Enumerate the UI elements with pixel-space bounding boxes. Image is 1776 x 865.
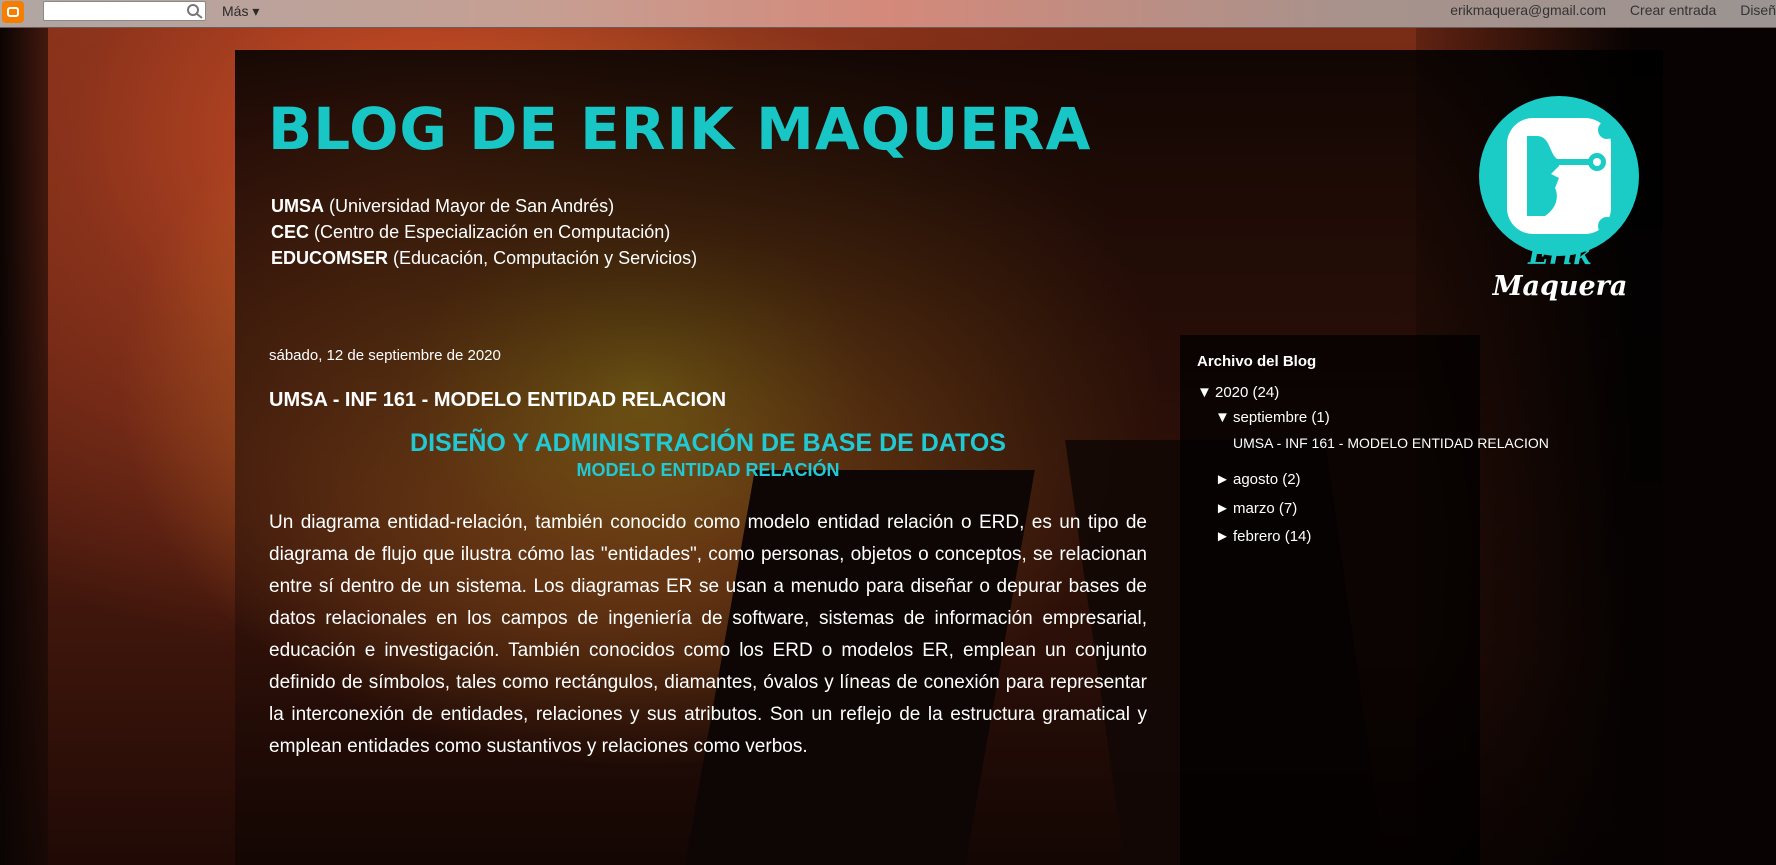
archive-month-label[interactable]: marzo	[1233, 500, 1275, 517]
archive-year-label[interactable]: 2020	[1215, 384, 1248, 401]
archive-title: Archivo del Blog	[1197, 353, 1317, 370]
description-abbr: UMSA	[271, 196, 324, 216]
design-link[interactable]: Diseñ	[1740, 2, 1776, 18]
post-heading: DISEÑO Y ADMINISTRACIÓN DE BASE DE DATOS…	[269, 428, 1147, 482]
description-full: (Centro de Especialización en Computació…	[314, 222, 671, 242]
description-line: CEC (Centro de Especialización en Comput…	[271, 219, 697, 245]
blog-title[interactable]: Blog de Erik Maquera	[268, 100, 1091, 158]
blog-logo: Erik Maquera	[1465, 88, 1655, 302]
user-email-link[interactable]: erikmaquera@gmail.com	[1450, 2, 1606, 18]
toggle-expanded-icon[interactable]: ▼	[1215, 409, 1233, 426]
logo-wordmark: Erik Maquera	[1465, 240, 1655, 302]
blogger-navbar: Más ▾ erikmaquera@gmail.com Crear entrad…	[0, 0, 1776, 28]
logo-first-name: Erik	[1528, 240, 1592, 271]
archive-post-link[interactable]: UMSA - INF 161 - MODELO ENTIDAD RELACION	[1233, 435, 1549, 451]
post-body: Un diagrama entidad-relación, también co…	[269, 512, 1147, 757]
post-date: sábado, 12 de septiembre de 2020	[269, 347, 501, 364]
blogger-logo-icon[interactable]	[2, 1, 24, 23]
post-title[interactable]: UMSA - INF 161 - MODELO ENTIDAD RELACION	[269, 389, 726, 412]
toggle-collapsed-icon[interactable]: ►	[1215, 500, 1233, 517]
archive-month-march[interactable]: ► marzo (7)	[1215, 500, 1297, 517]
toggle-collapsed-icon[interactable]: ►	[1215, 528, 1233, 545]
archive-month-september[interactable]: ▼ septiembre (1)	[1215, 409, 1330, 426]
more-label: Más	[222, 3, 249, 19]
search-input[interactable]	[43, 1, 206, 21]
post-heading-sub: MODELO ENTIDAD RELACIÓN	[576, 460, 840, 480]
toggle-collapsed-icon[interactable]: ►	[1215, 471, 1233, 488]
toggle-expanded-icon[interactable]: ▼	[1197, 384, 1215, 401]
more-menu-button[interactable]: Más ▾	[222, 3, 259, 20]
archive-year-2020[interactable]: ▼ 2020 (24)	[1197, 384, 1279, 401]
description-line: EDUCOMSER (Educación, Computación y Serv…	[271, 245, 697, 271]
archive-count: (2)	[1282, 471, 1301, 488]
logo-last-name: Maquera	[1492, 271, 1628, 302]
archive-month-august[interactable]: ► agosto (2)	[1215, 471, 1301, 488]
description-line: UMSA (Universidad Mayor de San Andrés)	[271, 193, 697, 219]
archive-month-february[interactable]: ► febrero (14)	[1215, 528, 1311, 545]
blog-description: UMSA (Universidad Mayor de San Andrés) C…	[271, 193, 697, 271]
chevron-down-icon: ▾	[248, 3, 260, 19]
background-left-shade	[0, 28, 48, 865]
description-full: (Educación, Computación y Servicios)	[393, 248, 698, 268]
profile-circuit-icon	[1507, 118, 1616, 235]
archive-count: (14)	[1284, 528, 1312, 545]
archive-month-label[interactable]: septiembre	[1233, 409, 1307, 426]
search-icon[interactable]	[186, 3, 204, 20]
logo-circle	[1479, 96, 1639, 256]
archive-count: (1)	[1311, 409, 1330, 426]
create-post-link[interactable]: Crear entrada	[1630, 2, 1716, 18]
post-heading-main: DISEÑO Y ADMINISTRACIÓN DE BASE DE DATOS	[410, 429, 1006, 457]
archive-month-label[interactable]: febrero	[1233, 528, 1281, 545]
archive-count: (7)	[1278, 500, 1298, 517]
archive-month-label[interactable]: agosto	[1233, 471, 1278, 488]
description-abbr: CEC	[271, 222, 310, 242]
archive-count: (24)	[1252, 384, 1280, 401]
description-full: (Universidad Mayor de San Andrés)	[329, 196, 615, 216]
description-abbr: EDUCOMSER	[271, 248, 389, 268]
